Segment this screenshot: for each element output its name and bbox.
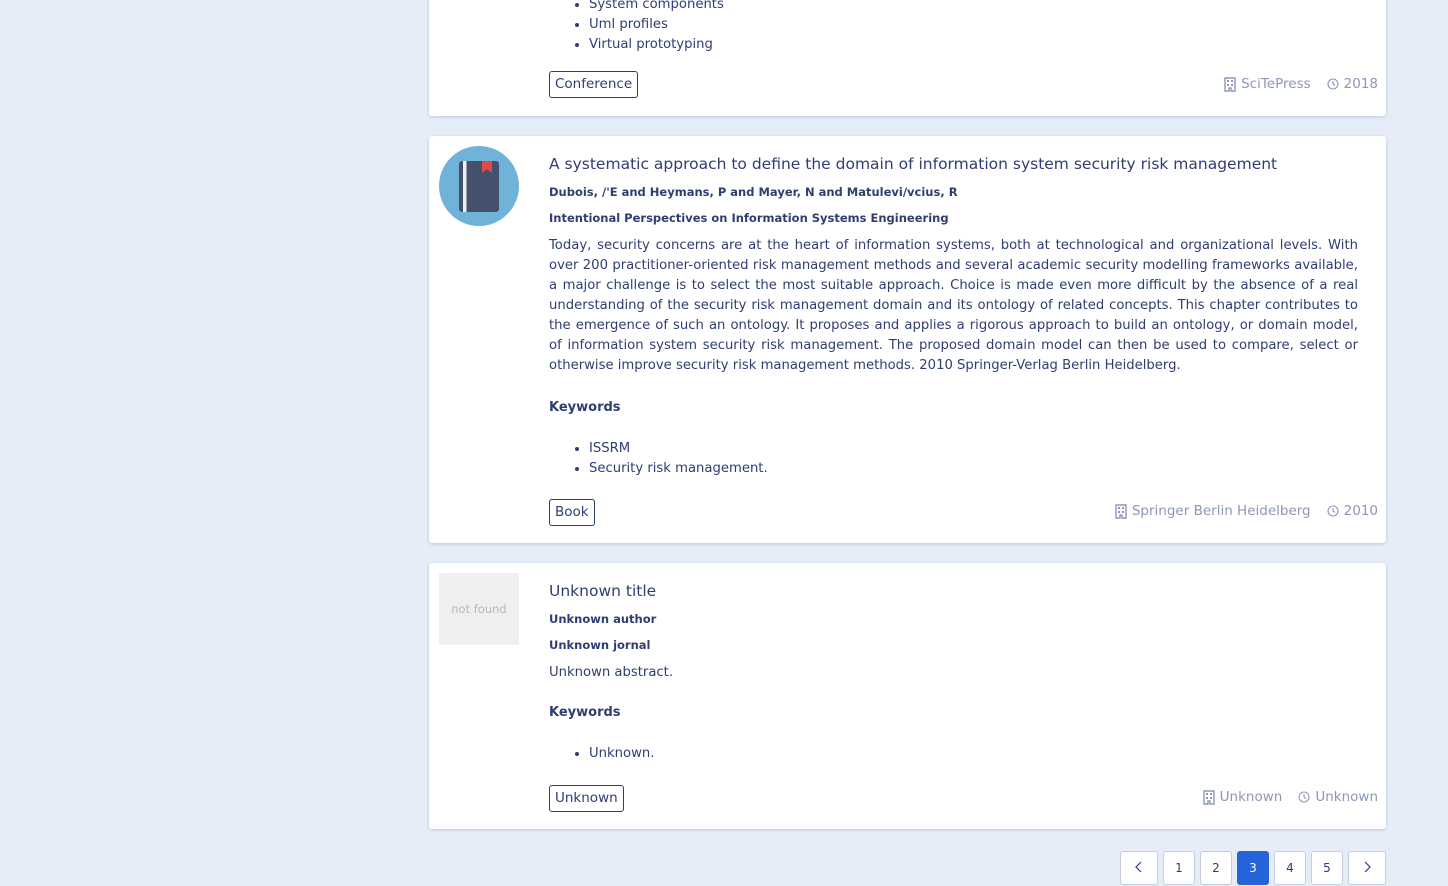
keyword-item: ISSRM [589, 439, 1358, 459]
page-button-3[interactable]: 3 [1237, 851, 1269, 885]
keyword-item: Uml profiles [589, 15, 1358, 35]
pagination: 1 2 3 4 5 [1120, 851, 1386, 885]
clock-icon [1327, 78, 1339, 90]
publication-authors: Unknown author [549, 612, 657, 626]
prev-page-button[interactable] [1120, 851, 1158, 885]
chevron-left-icon [1134, 861, 1144, 876]
publication-meta: Unknown Unknown [1202, 789, 1378, 805]
clock-icon [1327, 505, 1339, 517]
publication-card: not found Unknown title Unknown author U… [429, 563, 1386, 829]
keyword-item: Security risk management. [589, 459, 1358, 479]
publication-journal: Unknown jornal [549, 638, 651, 652]
page-button-4[interactable]: 4 [1274, 851, 1306, 885]
keywords-heading: Keywords [549, 400, 621, 415]
publisher-label: Unknown [1219, 789, 1283, 805]
publication-abstract: Unknown abstract. [549, 665, 674, 680]
keywords-list: ISSRM Security risk management. [549, 439, 1358, 479]
keywords-list: System components Uml profiles Virtual p… [549, 0, 1358, 55]
page-button-1[interactable]: 1 [1163, 851, 1195, 885]
keyword-item: Virtual prototyping [589, 35, 1358, 55]
building-icon [1115, 503, 1127, 519]
type-tag[interactable]: Conference [549, 71, 639, 98]
building-icon [1224, 76, 1236, 92]
building-icon [1202, 789, 1215, 805]
publisher-label: SciTePress [1241, 76, 1311, 92]
type-tag[interactable]: Unknown [549, 785, 624, 812]
keywords-heading: Keywords [549, 705, 621, 720]
chevron-right-icon [1362, 861, 1372, 876]
year-label: 2010 [1343, 503, 1378, 519]
clock-icon [1298, 791, 1310, 803]
year-label: Unknown [1315, 789, 1378, 805]
type-tag[interactable]: Book [549, 499, 595, 526]
page-button-5[interactable]: 5 [1311, 851, 1343, 885]
publisher-label: Springer Berlin Heidelberg [1131, 503, 1311, 519]
year-label: 2018 [1343, 76, 1378, 92]
publication-card: System components Uml profiles Virtual p… [429, 0, 1386, 116]
publication-abstract: Today, security concerns are at the hear… [549, 238, 1358, 373]
book-thumbnail [439, 146, 519, 226]
book-icon [439, 146, 519, 230]
thumbnail-placeholder: not found [439, 573, 519, 645]
keyword-item: Unknown. [589, 744, 1358, 764]
next-page-button[interactable] [1348, 851, 1386, 885]
publication-meta: SciTePress 2018 [1224, 76, 1378, 92]
publication-title[interactable]: Unknown title [549, 581, 1358, 601]
publication-authors: Dubois, /'E and Heymans, P and Mayer, N … [549, 185, 958, 199]
page-button-2[interactable]: 2 [1200, 851, 1232, 885]
keyword-item: System components [589, 0, 1358, 15]
publication-meta: Springer Berlin Heidelberg 2010 [1115, 503, 1378, 519]
keywords-list: Unknown. [549, 744, 1358, 764]
publication-title[interactable]: A systematic approach to define the doma… [549, 154, 1358, 174]
publication-journal: Intentional Perspectives on Information … [549, 211, 949, 225]
publication-card: A systematic approach to define the doma… [429, 136, 1386, 543]
